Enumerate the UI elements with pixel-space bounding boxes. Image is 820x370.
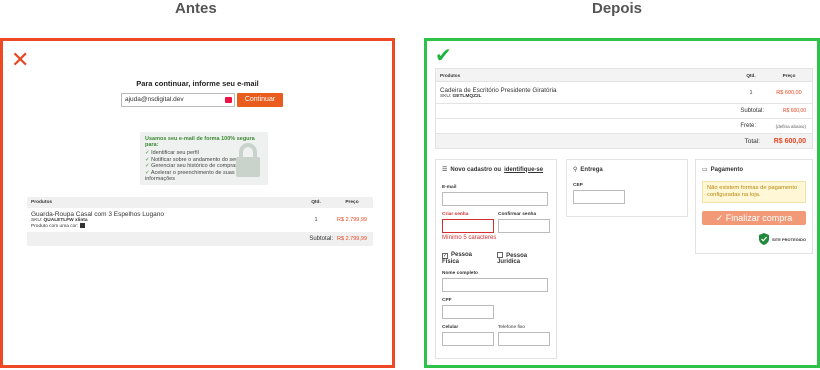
password-error: Mínimo 5 caracteres bbox=[442, 235, 497, 241]
unchecked-box-icon bbox=[497, 252, 504, 258]
product-sku: GETLMQZ2L bbox=[452, 93, 482, 99]
email-field[interactable] bbox=[442, 192, 548, 206]
after-panel: ✔ Produtos Qtd. Preço Cadeira de Escritó… bbox=[424, 38, 820, 368]
total-value: R$ 600,00 bbox=[773, 137, 806, 145]
shipping-row: Frete: (defina abaixo) bbox=[436, 118, 812, 133]
confirm-password-field[interactable] bbox=[498, 219, 550, 233]
list-icon: ☰ bbox=[442, 167, 448, 173]
payment-title: ▭ Pagamento bbox=[702, 166, 744, 174]
subtotal-value: R$ 2.799,99 bbox=[337, 236, 367, 242]
finish-order-button[interactable]: ✓ Finalizar compra bbox=[702, 211, 806, 225]
before-heading: Antes bbox=[175, 0, 217, 17]
register-card: ☰ Novo cadastro ou identifique-se E-mail… bbox=[435, 159, 557, 359]
phone-field[interactable] bbox=[498, 332, 550, 346]
email-form: ajuda@nsdigital.dev Continuar bbox=[121, 93, 283, 107]
product-name: Cadeira de Escritório Presidente Giratór… bbox=[440, 86, 557, 94]
before-panel: ✕ Para continuar, informe seu e-mail aju… bbox=[0, 38, 395, 368]
after-heading: Depois bbox=[592, 0, 643, 17]
check-icon: ✓ bbox=[715, 213, 726, 223]
cep-field[interactable] bbox=[573, 190, 625, 204]
security-info-box: Usamos seu e-mail de forma 100% segura p… bbox=[140, 132, 268, 185]
table-row: Cadeira de Escritório Presidente Giratór… bbox=[436, 81, 812, 103]
card-icon: ▭ bbox=[702, 167, 708, 173]
lock-icon bbox=[236, 143, 260, 177]
product-price: R$ 600,00 bbox=[776, 89, 802, 96]
autofill-icon bbox=[225, 97, 232, 103]
name-field[interactable] bbox=[442, 278, 548, 292]
product-cell: Guarda-Roupa Casal com 3 Espelhos Lugano… bbox=[27, 211, 301, 229]
protected-site-seal: SITE PROTEGIDO bbox=[702, 233, 806, 245]
radio-pessoa-fisica[interactable]: ✓ Pessoa Física bbox=[442, 252, 489, 265]
color-swatch bbox=[79, 223, 85, 229]
register-title: ☰ Novo cadastro ou identifique-se bbox=[442, 166, 544, 174]
shipping-value: (defina abaixo) bbox=[775, 123, 806, 129]
shield-icon bbox=[758, 233, 769, 245]
delivery-title: ⚲ Entrega bbox=[573, 166, 603, 174]
email-value: ajuda@nsdigital.dev bbox=[125, 96, 184, 103]
continue-button[interactable]: Continuar bbox=[237, 93, 283, 107]
password-field[interactable] bbox=[442, 219, 494, 233]
email-prompt-title: Para continuar, informe seu e-mail bbox=[136, 79, 259, 88]
delivery-card: ⚲ Entrega CEP bbox=[566, 159, 688, 217]
radio-pessoa-juridica[interactable]: Pessoa Jurídica bbox=[497, 252, 550, 265]
location-pin-icon: ⚲ bbox=[573, 167, 578, 173]
identify-link[interactable]: identifique-se bbox=[504, 167, 543, 173]
subtotal-row: Subtotal: R$ 2.799,99 bbox=[27, 232, 373, 246]
total-row: Total: R$ 600,00 bbox=[436, 133, 812, 148]
email-input[interactable]: ajuda@nsdigital.dev bbox=[121, 93, 235, 107]
product-qty: 1 bbox=[749, 89, 753, 96]
cpf-field[interactable] bbox=[442, 305, 494, 319]
before-cart-table: Produtos Qtd. Preço Guarda-Roupa Casal c… bbox=[27, 197, 373, 246]
table-header: Produtos Qtd. Preço bbox=[436, 69, 812, 81]
payment-card: ▭ Pagamento Não existem formas de pagame… bbox=[695, 159, 813, 254]
after-cart-table: Produtos Qtd. Preço Cadeira de Escritóri… bbox=[435, 68, 813, 149]
x-mark-icon: ✕ bbox=[11, 47, 30, 72]
checkmark-icon: ✔ bbox=[435, 45, 452, 67]
table-row: Guarda-Roupa Casal com 3 Espelhos Lugano… bbox=[27, 208, 373, 232]
payment-warning: Não existem formas de pagamento configur… bbox=[702, 181, 806, 203]
subtotal-value: R$ 600,00 bbox=[782, 108, 806, 114]
cellphone-field[interactable] bbox=[442, 332, 494, 346]
product-cell: Cadeira de Escritório Presidente Giratór… bbox=[436, 87, 736, 99]
product-qty: 1 bbox=[314, 217, 318, 223]
table-header: Produtos Qtd. Preço bbox=[27, 197, 373, 208]
product-price: R$ 2.799,99 bbox=[337, 217, 367, 223]
subtotal-row: Subtotal: R$ 600,00 bbox=[436, 103, 812, 118]
product-color-label: Produto com uma cor: bbox=[31, 223, 79, 229]
person-type: ✓ Pessoa Física Pessoa Jurídica bbox=[442, 252, 550, 265]
